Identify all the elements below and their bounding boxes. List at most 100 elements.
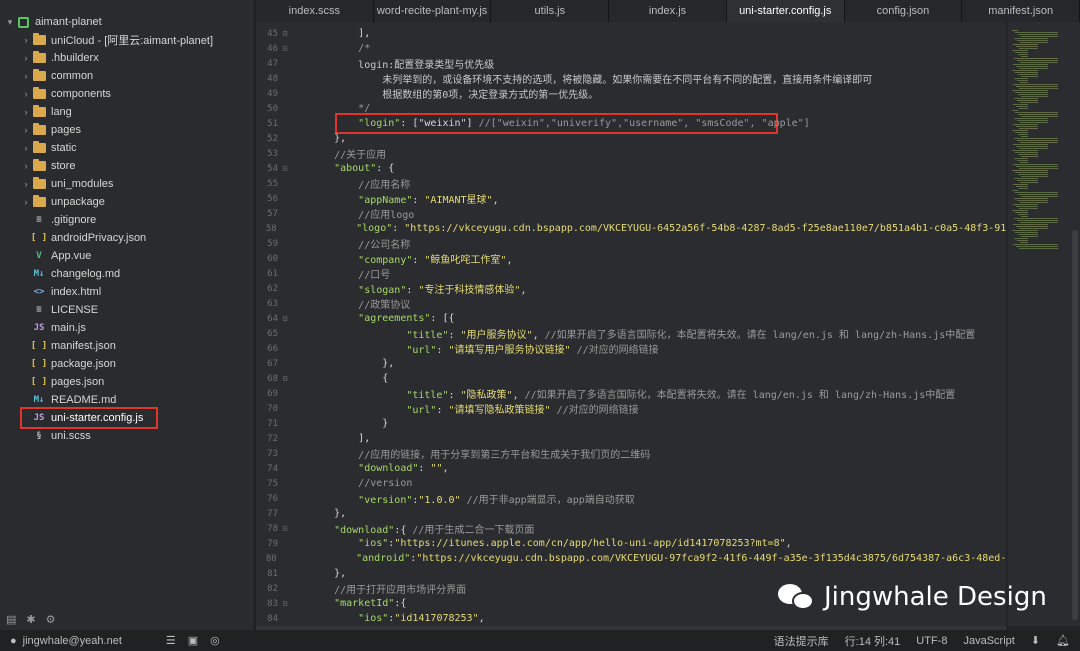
code-line[interactable]: 75 //version <box>256 476 1006 491</box>
chevron-right-icon[interactable]: › <box>20 35 32 45</box>
file-item[interactable]: [ ] pages.json <box>0 373 254 391</box>
code-line[interactable]: 50 */ <box>256 101 1006 116</box>
file-item[interactable]: V App.vue <box>0 247 254 265</box>
code-line[interactable]: 77 }, <box>256 506 1006 521</box>
fold-toggle-icon[interactable]: ⊟ <box>278 524 292 533</box>
files-icon[interactable]: ▤ <box>6 613 16 626</box>
plugin-icon[interactable]: ⚙ <box>46 613 56 626</box>
editor-tab[interactable]: index.js <box>609 0 727 22</box>
cursor-position[interactable]: 行:14 列:41 <box>845 633 901 649</box>
code-line[interactable]: 48 未列举到的，或设备环境不支持的选项，将被隐藏。如果你需要在不同平台有不同的… <box>256 71 1006 87</box>
outline-icon[interactable]: ☰ <box>166 634 176 647</box>
code-line[interactable]: 63 //政策协议 <box>256 296 1006 312</box>
preview-icon[interactable]: ◎ <box>210 634 220 647</box>
syntax-hint[interactable]: 语法提示库 <box>774 633 829 649</box>
bell-icon[interactable]: 🔔︎ <box>1056 634 1070 647</box>
chevron-right-icon[interactable]: › <box>20 197 32 207</box>
code-line[interactable]: 67 }, <box>256 356 1006 371</box>
code-line[interactable]: 68 ⊟ { <box>256 371 1006 386</box>
folder-item[interactable]: › common <box>0 67 254 85</box>
folder-item[interactable]: › components <box>0 85 254 103</box>
fold-toggle-icon[interactable]: ⊟ <box>278 29 292 38</box>
file-item[interactable]: ≡ .gitignore <box>0 211 254 229</box>
file-item[interactable]: [ ] androidPrivacy.json <box>0 229 254 247</box>
code-line[interactable]: 51 "login": ["weixin"] //["weixin","univ… <box>256 116 1006 131</box>
minimap[interactable] <box>1007 22 1080 626</box>
code-line[interactable]: 52 }, <box>256 131 1006 146</box>
download-icon[interactable]: ⬇ <box>1031 634 1040 647</box>
code-line[interactable]: 74 "download": "", <box>256 461 1006 476</box>
folder-item[interactable]: › lang <box>0 103 254 121</box>
code-line[interactable]: 79 "ios":"https://itunes.apple.com/cn/ap… <box>256 536 1006 551</box>
code-editor[interactable]: 45 ⊟ ], 46 ⊟ /* 47 login:配置登录类型与优先级 48 未列举到的，… <box>256 22 1006 626</box>
file-item[interactable]: [ ] manifest.json <box>0 337 254 355</box>
code-line[interactable]: 65 "title": "用户服务协议", //如果开启了多语言国际化，本配置将… <box>256 326 1006 342</box>
chevron-right-icon[interactable]: › <box>20 71 32 81</box>
chevron-right-icon[interactable]: › <box>20 107 32 117</box>
folder-item[interactable]: › uni_modules <box>0 175 254 193</box>
code-line[interactable]: 56 "appName": "AIMANT星球", <box>256 191 1006 207</box>
fold-toggle-icon[interactable]: ⊟ <box>278 374 292 383</box>
code-line[interactable]: 66 "url": "请填写用户服务协议链接" //对应的网络链接 <box>256 341 1006 357</box>
chevron-right-icon[interactable]: › <box>20 179 32 189</box>
code-line[interactable]: 57 //应用logo <box>256 206 1006 222</box>
folder-item[interactable]: › unpackage <box>0 193 254 211</box>
code-line[interactable]: 49 根据数组的第0项，决定登录方式的第一优先级。 <box>256 86 1006 102</box>
folder-item[interactable]: › pages <box>0 121 254 139</box>
code-line[interactable]: 81 }, <box>256 566 1006 581</box>
folder-item[interactable]: › store <box>0 157 254 175</box>
code-line[interactable]: 76 "version":"1.0.0" //用于非app端显示，app端自动获… <box>256 491 1006 507</box>
code-line[interactable]: 59 //公司名称 <box>256 236 1006 252</box>
editor-tab[interactable]: utils.js <box>491 0 610 22</box>
code-line[interactable]: 58 "logo": "https://vkceyugu.cdn.bspapp.… <box>256 221 1006 236</box>
code-line[interactable]: 70 "url": "请填写隐私政策链接" //对应的网络链接 <box>256 401 1006 417</box>
file-item[interactable]: [ ] package.json <box>0 355 254 373</box>
code-line[interactable]: 45 ⊟ ], <box>256 26 1006 41</box>
chevron-right-icon[interactable]: › <box>20 161 32 171</box>
code-line[interactable]: 46 ⊟ /* <box>256 41 1006 56</box>
folder-item[interactable]: › static <box>0 139 254 157</box>
code-line[interactable]: 61 //口号 <box>256 266 1006 282</box>
encoding[interactable]: UTF-8 <box>916 635 947 647</box>
fold-toggle-icon[interactable]: ⊟ <box>278 164 292 173</box>
code-line[interactable]: 72 ], <box>256 431 1006 446</box>
user-account[interactable]: jingwhale@yeah.net <box>23 635 122 647</box>
code-line[interactable]: 78 ⊟ "download":{ //用于生成二合一下载页面 <box>256 521 1006 537</box>
code-line[interactable]: 73 //应用的链接，用于分享到第三方平台和生成关于我们页的二维码 <box>256 446 1006 462</box>
fold-toggle-icon[interactable]: ⊟ <box>278 314 292 323</box>
code-line[interactable]: 54 ⊟ "about": { <box>256 161 1006 176</box>
code-line[interactable]: 53 //关于应用 <box>256 146 1006 162</box>
debug-icon[interactable]: ✱ <box>26 613 35 626</box>
editor-tab[interactable]: index.scss <box>256 0 374 22</box>
code-line[interactable]: 69 "title": "隐私政策", //如果开启了多语言国际化，本配置将失效… <box>256 386 1006 402</box>
terminal-icon[interactable]: ▣ <box>188 634 198 647</box>
folder-item[interactable]: › .hbuilderx <box>0 49 254 67</box>
chevron-right-icon[interactable]: › <box>20 89 32 99</box>
code-line[interactable]: 84 "ios":"id1417078253", <box>256 611 1006 626</box>
code-line[interactable]: 60 "company": "鲸鱼叱咤工作室", <box>256 251 1006 267</box>
code-line[interactable]: 64 ⊟ "agreements": [{ <box>256 311 1006 326</box>
file-item[interactable]: § uni.scss <box>0 427 254 445</box>
code-line[interactable]: 71 } <box>256 416 1006 431</box>
chevron-right-icon[interactable]: › <box>20 143 32 153</box>
chevron-right-icon[interactable]: › <box>20 125 32 135</box>
file-item[interactable]: <> index.html <box>0 283 254 301</box>
file-item[interactable]: JS main.js <box>0 319 254 337</box>
chevron-down-icon[interactable]: ▾ <box>4 17 16 28</box>
language-mode[interactable]: JavaScript <box>963 635 1014 647</box>
user-icon[interactable]: ● <box>10 635 17 647</box>
code-line[interactable]: 80 "android":"https://vkceyugu.cdn.bspap… <box>256 551 1006 566</box>
file-item[interactable]: ≡ LICENSE <box>0 301 254 319</box>
editor-tab[interactable]: manifest.json <box>962 0 1080 22</box>
editor-tab[interactable]: config.json <box>844 0 963 22</box>
code-line[interactable]: 47 login:配置登录类型与优先级 <box>256 56 1006 72</box>
code-line[interactable]: 55 //应用名称 <box>256 176 1006 192</box>
fold-toggle-icon[interactable]: ⊟ <box>278 599 292 608</box>
project-root[interactable]: ▾ aimant-planet <box>0 13 254 31</box>
code-line[interactable]: 62 "slogan": "专注于科技情感体验", <box>256 281 1006 297</box>
folder-item[interactable]: › uniCloud - [阿里云:aimant-planet] <box>0 31 254 49</box>
fold-toggle-icon[interactable]: ⊟ <box>278 44 292 53</box>
vertical-scrollbar[interactable] <box>1072 230 1078 620</box>
chevron-right-icon[interactable]: › <box>20 53 32 63</box>
file-item[interactable]: M↓ changelog.md <box>0 265 254 283</box>
